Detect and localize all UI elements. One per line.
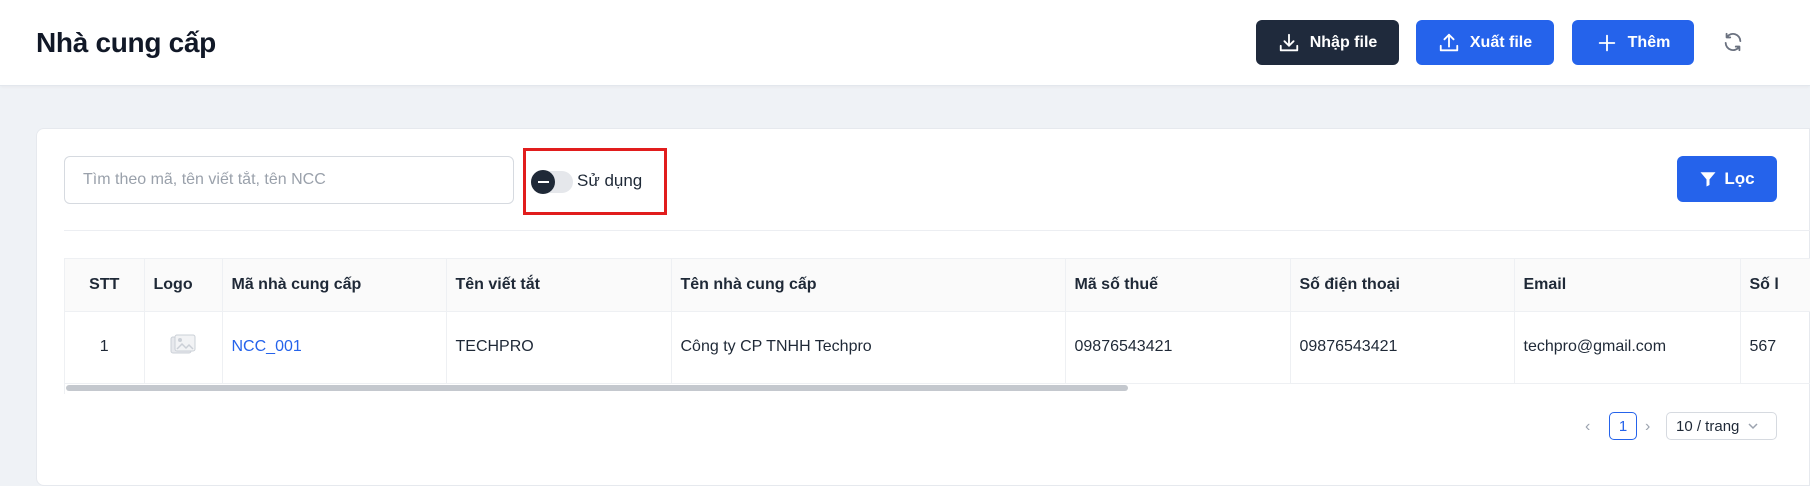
table-row[interactable]: 1 NCC_001 TECHPRO Công ty CP TNHH Techpr… [65, 311, 1810, 384]
divider [64, 230, 1810, 231]
cell-name: Công ty CP TNHH Techpro [671, 311, 1066, 384]
toggle-knob [531, 170, 555, 194]
cell-code: NCC_001 [222, 311, 447, 384]
plus-icon [1598, 34, 1615, 51]
page-size-label: 10 / trang [1676, 417, 1740, 435]
filter-button[interactable]: Lọc [1677, 156, 1777, 202]
upload-icon [1439, 33, 1459, 51]
page-header: Nhà cung cấp Nhập file Xuất file Thêm [0, 0, 1810, 86]
search-input[interactable] [64, 156, 514, 204]
export-file-label: Xuất file [1469, 33, 1533, 51]
column-header-logo[interactable]: Logo [144, 259, 223, 312]
supplier-table: STT Logo Mã nhà cung cấp Tên viết tắt Tê… [64, 258, 1810, 394]
column-header-stt[interactable]: STT [65, 259, 145, 312]
horizontal-scrollbar[interactable] [66, 385, 1128, 391]
cell-tax-code: 09876543421 [1065, 311, 1291, 384]
page-title: Nhà cung cấp [36, 27, 216, 58]
import-file-button[interactable]: Nhập file [1256, 20, 1399, 65]
pagination-page-1[interactable]: 1 [1609, 412, 1637, 440]
pagination-next-button[interactable]: › [1645, 418, 1650, 436]
cell-phone: 09876543421 [1290, 311, 1515, 384]
active-toggle[interactable] [531, 170, 573, 194]
supplier-code-link[interactable]: NCC_001 [232, 338, 302, 355]
column-header-name[interactable]: Tên nhà cung cấp [671, 259, 1066, 312]
cell-logo [144, 311, 223, 384]
page-size-select[interactable]: 10 / trang [1666, 412, 1777, 440]
filter-label: Lọc [1724, 169, 1755, 188]
import-file-label: Nhập file [1309, 33, 1378, 51]
cell-short-name: TECHPRO [446, 311, 672, 384]
add-button[interactable]: Thêm [1572, 20, 1694, 65]
active-toggle-label: Sử dụng [577, 171, 643, 190]
column-header-extra[interactable]: Số l [1740, 259, 1810, 312]
add-label: Thêm [1627, 33, 1671, 51]
refresh-icon [1724, 32, 1742, 52]
pagination-prev-button[interactable]: ‹ [1585, 418, 1590, 436]
chevron-down-icon [1748, 423, 1758, 430]
refresh-button[interactable] [1720, 29, 1746, 55]
cell-email: techpro@gmail.com [1514, 311, 1741, 384]
export-file-button[interactable]: Xuất file [1416, 20, 1554, 65]
column-header-email[interactable]: Email [1514, 259, 1741, 312]
supplier-card: Sử dụng Lọc STT Logo Mã nhà cung cấp Tên… [36, 128, 1810, 486]
image-placeholder-icon [170, 334, 196, 353]
filter-icon [1700, 172, 1716, 187]
column-header-code[interactable]: Mã nhà cung cấp [222, 259, 447, 312]
cell-stt: 1 [65, 311, 145, 384]
download-icon [1279, 33, 1298, 51]
cell-extra: 567 [1740, 311, 1810, 384]
table-header-row: STT Logo Mã nhà cung cấp Tên viết tắt Tê… [65, 259, 1810, 312]
column-header-phone[interactable]: Số điện thoại [1290, 259, 1515, 312]
column-header-tax-code[interactable]: Mã số thuế [1065, 259, 1291, 312]
column-header-short-name[interactable]: Tên viết tắt [446, 259, 672, 312]
